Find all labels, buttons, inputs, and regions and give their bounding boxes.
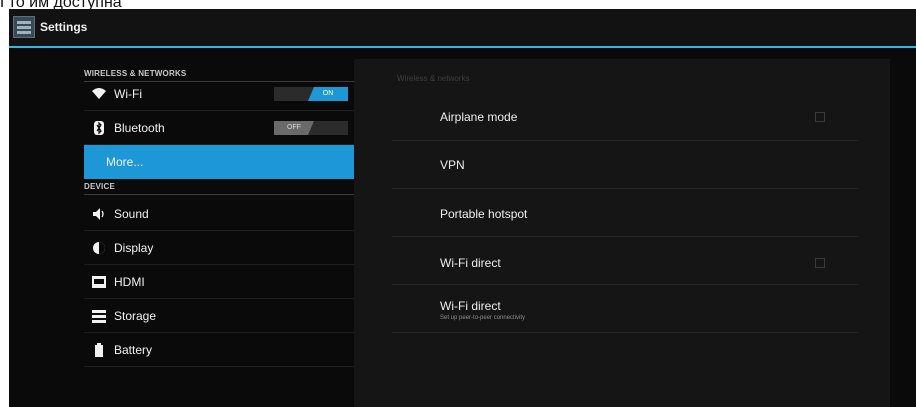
sidebar-item-label: Bluetooth [114, 121, 165, 135]
settings-sidebar: WIRELESS & NETWORKS Wi-Fi ON Bluetooth O… [78, 48, 354, 407]
tablet-screen: Settings WIRELESS & NETWORKS Wi-Fi ON Bl… [9, 9, 916, 407]
wifi-icon [91, 86, 107, 102]
sidebar-item-label: Sound [114, 207, 149, 221]
toggle-state-label: OFF [274, 121, 314, 135]
setting-summary: Set up peer-to-peer connectivity [440, 315, 526, 321]
airplane-mode-checkbox[interactable] [815, 112, 825, 122]
app-title: Settings [40, 20, 88, 34]
setting-wifi-direct-connectivity[interactable]: Wi-Fi direct Set up peer-to-peer connect… [392, 285, 858, 333]
toggle-state-label: ON [308, 87, 348, 101]
settings-app-icon[interactable] [13, 16, 35, 38]
sidebar-item-sound[interactable]: Sound [84, 197, 354, 231]
hdmi-icon [91, 274, 107, 290]
battery-icon [91, 342, 107, 358]
sidebar-item-display[interactable]: Display [84, 231, 354, 265]
sidebar-item-bluetooth[interactable]: Bluetooth OFF [84, 111, 354, 145]
sidebar-item-label: More... [106, 155, 144, 169]
action-bar: Settings [9, 9, 916, 48]
sound-icon [91, 206, 107, 222]
settings-content: WIRELESS & NETWORKS Wi-Fi ON Bluetooth O… [9, 48, 916, 407]
setting-portable-hotspot[interactable]: Portable hotspot [392, 189, 858, 237]
panel-header: Wireless & networks [397, 74, 470, 83]
sidebar-item-battery[interactable]: Battery [84, 333, 354, 367]
wifi-toggle[interactable]: ON [274, 87, 348, 101]
sidebar-item-more[interactable]: More... [84, 145, 354, 179]
display-icon [91, 240, 107, 256]
sidebar-item-label: Battery [114, 343, 153, 357]
section-header-device: DEVICE [84, 182, 354, 195]
sidebar-item-label: Wi-Fi [114, 87, 142, 101]
sidebar-item-storage[interactable]: Storage [84, 299, 354, 333]
setting-airplane-mode[interactable]: Airplane mode [392, 93, 858, 141]
setting-title: VPN [440, 158, 465, 172]
sidebar-item-label: HDMI [114, 275, 145, 289]
wifi-direct-checkbox[interactable] [815, 258, 825, 268]
sidebar-item-wifi[interactable]: Wi-Fi ON [84, 77, 354, 111]
setting-title: Wi-Fi direct [440, 299, 501, 313]
setting-wifi-direct[interactable]: Wi-Fi direct [392, 237, 858, 285]
setting-vpn[interactable]: VPN [392, 141, 858, 189]
settings-detail-panel: Wireless & networks Airplane mode VPN Po… [354, 59, 890, 407]
setting-title: Wi-Fi direct [440, 256, 501, 270]
storage-icon [91, 308, 107, 324]
bluetooth-icon [91, 120, 107, 136]
sidebar-item-hdmi[interactable]: HDMI [84, 265, 354, 299]
setting-title: Portable hotspot [440, 207, 528, 221]
sidebar-item-label: Storage [114, 309, 157, 323]
setting-title: Airplane mode [440, 110, 518, 124]
bluetooth-toggle[interactable]: OFF [274, 121, 348, 135]
sidebar-item-label: Display [114, 241, 154, 255]
